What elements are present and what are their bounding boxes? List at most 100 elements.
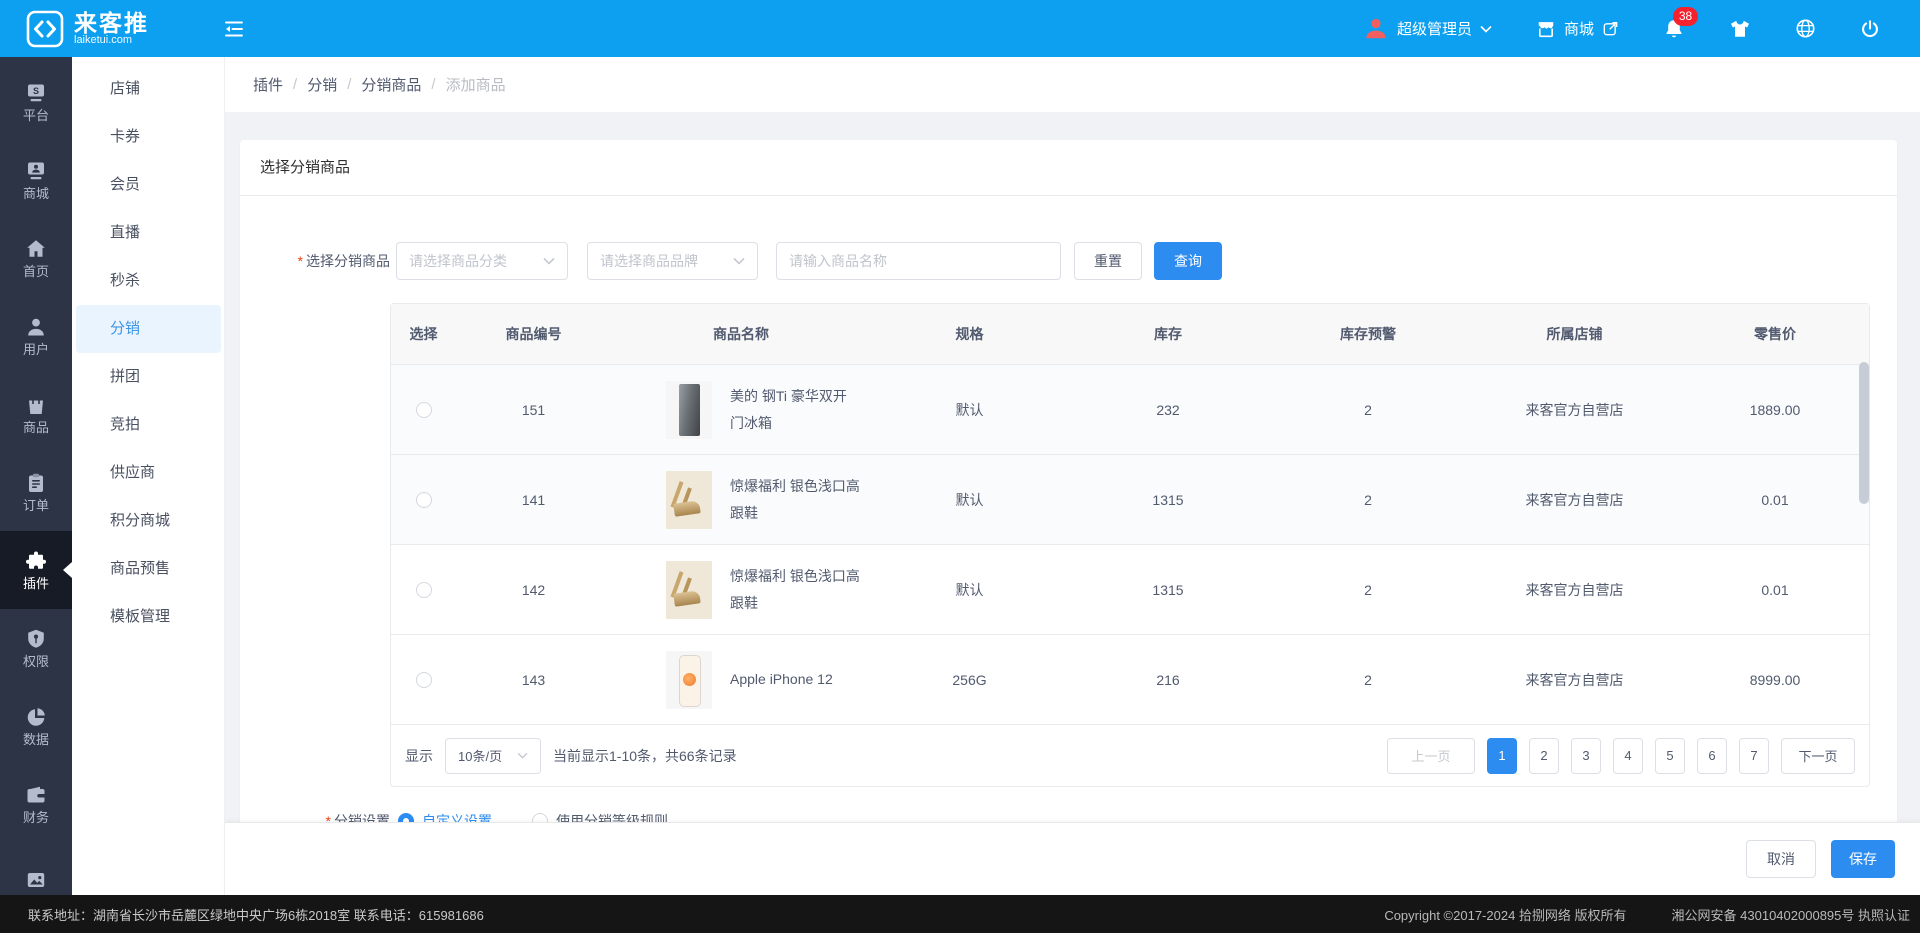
finance-icon: [25, 784, 47, 806]
goods-name: 惊爆福利 银色浅口高跟鞋: [730, 567, 860, 611]
submenu-item-coupon[interactable]: 卡券: [76, 113, 221, 161]
collapse-menu-icon[interactable]: [221, 16, 247, 42]
submenu-item-distribution[interactable]: 分销: [76, 305, 221, 353]
sidebar-item-label: 插件: [22, 576, 49, 591]
row-select-radio[interactable]: [415, 492, 432, 509]
reset-button[interactable]: 重置: [1074, 242, 1142, 280]
page-button-6[interactable]: 6: [1697, 737, 1727, 774]
submenu-item-seckill[interactable]: 秒杀: [76, 257, 221, 305]
prev-page-button[interactable]: 上一页: [1387, 737, 1475, 774]
plugin-icon: [25, 550, 47, 572]
notifications-button[interactable]: 38: [1663, 6, 1698, 40]
table-row: 143 Apple iPhone 12 256G 216 2 来客官方自营店 8999.00: [391, 634, 1869, 724]
next-page-button[interactable]: 下一页: [1781, 737, 1855, 774]
page-size-value: 10条/页: [458, 749, 503, 764]
theme-button[interactable]: [1729, 18, 1751, 40]
query-button[interactable]: 查询: [1154, 242, 1222, 280]
brand-select[interactable]: 请选择商品品牌: [587, 242, 758, 280]
sidebar-item-data[interactable]: 数据: [0, 687, 72, 765]
bottom-info-bar: 联系地址：湖南省长沙市岳麓区绿地中央广场6栋2018室 联系电话：6159816…: [0, 895, 1920, 933]
submenu-item-live[interactable]: 直播: [76, 209, 221, 257]
column-header: 库存: [1154, 326, 1182, 342]
chevron-down-icon: [733, 257, 745, 265]
sidebar-item-label: 订单: [22, 498, 49, 513]
goods-filter-form: *选择分销商品 请选择商品分类 请选择商品品牌 重置 查询: [240, 242, 1897, 280]
option-level-rules[interactable]: 使用分销等级规则: [532, 811, 668, 822]
goods-name: 美的 钢Ti 豪华双开门冰箱: [730, 387, 847, 431]
language-button[interactable]: [1795, 18, 1816, 39]
tshirt-icon: [1729, 18, 1751, 40]
submenu-item-auction[interactable]: 竞拍: [76, 401, 221, 449]
goods-stock-warning: 2: [1364, 581, 1372, 598]
pagination-summary: 当前显示1-10条，共66条记录: [553, 747, 737, 764]
column-header: 商品编号: [505, 326, 562, 342]
page-button-1[interactable]: 1: [1487, 737, 1517, 774]
sidebar-item-media[interactable]: [0, 843, 72, 895]
goods-stock-warning: 2: [1364, 491, 1372, 508]
submenu-item-groupbuy[interactable]: 拼团: [76, 353, 221, 401]
sidebar-item-goods[interactable]: 商品: [0, 375, 72, 453]
goods-table: 选择 商品编号 商品名称 规格 库存 库存预警 所属店铺 零售价 151 美的 钢Ti 豪华双开…: [390, 303, 1870, 787]
breadcrumb-item[interactable]: 插件: [253, 74, 283, 95]
goods-spec: 默认: [955, 491, 984, 508]
required-asterisk: *: [297, 253, 303, 269]
permission-icon: [25, 628, 47, 650]
mall-link[interactable]: 商城: [1536, 18, 1619, 39]
table-scrollbar-thumb[interactable]: [1859, 362, 1869, 504]
breadcrumb-separator: /: [347, 76, 352, 93]
row-select-radio[interactable]: [415, 672, 432, 689]
heels-image: [666, 470, 712, 529]
brand-logo[interactable]: 来客推 laiketui.com: [26, 10, 149, 48]
user-menu[interactable]: 超级管理员: [1363, 16, 1492, 42]
sidebar-item-home[interactable]: 首页: [0, 219, 72, 297]
submenu-item-supplier[interactable]: 供应商: [76, 449, 221, 497]
breadcrumb-item[interactable]: 分销: [307, 74, 337, 95]
table-row: 141 惊爆福利 银色浅口高跟鞋 默认 1315 2 来客官方自营店 0.01: [391, 454, 1869, 544]
page-button-4[interactable]: 4: [1613, 737, 1643, 774]
card-title: 选择分销商品: [240, 140, 1897, 196]
sidebar-item-permissions[interactable]: 权限: [0, 609, 72, 687]
home-icon: [25, 238, 47, 260]
goods-stock: 1315: [1152, 581, 1184, 598]
option-custom-setting[interactable]: 自定义设置: [398, 811, 492, 822]
setting-label: * 分销设置: [240, 811, 390, 822]
sidebar-item-label: 财务: [22, 810, 49, 825]
page-size-select[interactable]: 10条/页: [445, 737, 541, 774]
submenu-item-shop[interactable]: 店铺: [76, 65, 221, 113]
sidebar-item-mall[interactable]: 商城: [0, 141, 72, 219]
sidebar-item-users[interactable]: 用户: [0, 297, 72, 375]
goods-name-input[interactable]: [776, 242, 1061, 280]
security-record-text: 湘公网安备 43010402000895号 执照认证: [1671, 907, 1910, 923]
table-header-row: 选择 商品编号 商品名称 规格 库存 库存预警 所属店铺 零售价: [391, 304, 1869, 364]
chevron-down-icon: [543, 257, 555, 265]
radio-icon[interactable]: [532, 813, 548, 822]
goods-spec: 默认: [955, 581, 984, 598]
goods-price: 1889.00: [1749, 401, 1801, 418]
logout-button[interactable]: [1860, 19, 1880, 39]
brand-name: 来客推: [74, 9, 149, 36]
media-icon: [25, 869, 47, 891]
row-select-radio[interactable]: [415, 582, 432, 599]
power-icon: [1860, 19, 1880, 39]
goods-icon: [25, 394, 47, 416]
breadcrumb-item[interactable]: 分销商品: [361, 74, 421, 95]
category-select[interactable]: 请选择商品分类: [396, 242, 568, 280]
sidebar-item-platform[interactable]: S 平台: [0, 63, 72, 141]
page-button-3[interactable]: 3: [1571, 737, 1601, 774]
save-button[interactable]: 保存: [1831, 840, 1895, 878]
sidebar-item-label: 用户: [22, 342, 49, 357]
row-select-radio[interactable]: [415, 402, 432, 419]
submenu-item-presale[interactable]: 商品预售: [76, 545, 221, 593]
page-button-5[interactable]: 5: [1655, 737, 1685, 774]
page-button-7[interactable]: 7: [1739, 737, 1769, 774]
radio-selected-icon[interactable]: [398, 813, 414, 822]
page-button-2[interactable]: 2: [1529, 737, 1559, 774]
submenu-item-template[interactable]: 模板管理: [76, 593, 221, 641]
sidebar-item-orders[interactable]: 订单: [0, 453, 72, 531]
submenu-item-points-mall[interactable]: 积分商城: [76, 497, 221, 545]
submenu-item-member[interactable]: 会员: [76, 161, 221, 209]
sidebar-item-finance[interactable]: 财务: [0, 765, 72, 843]
cancel-button[interactable]: 取消: [1746, 840, 1816, 878]
category-select-placeholder: 请选择商品分类: [409, 253, 507, 269]
sidebar-item-plugins[interactable]: 插件: [0, 531, 72, 609]
